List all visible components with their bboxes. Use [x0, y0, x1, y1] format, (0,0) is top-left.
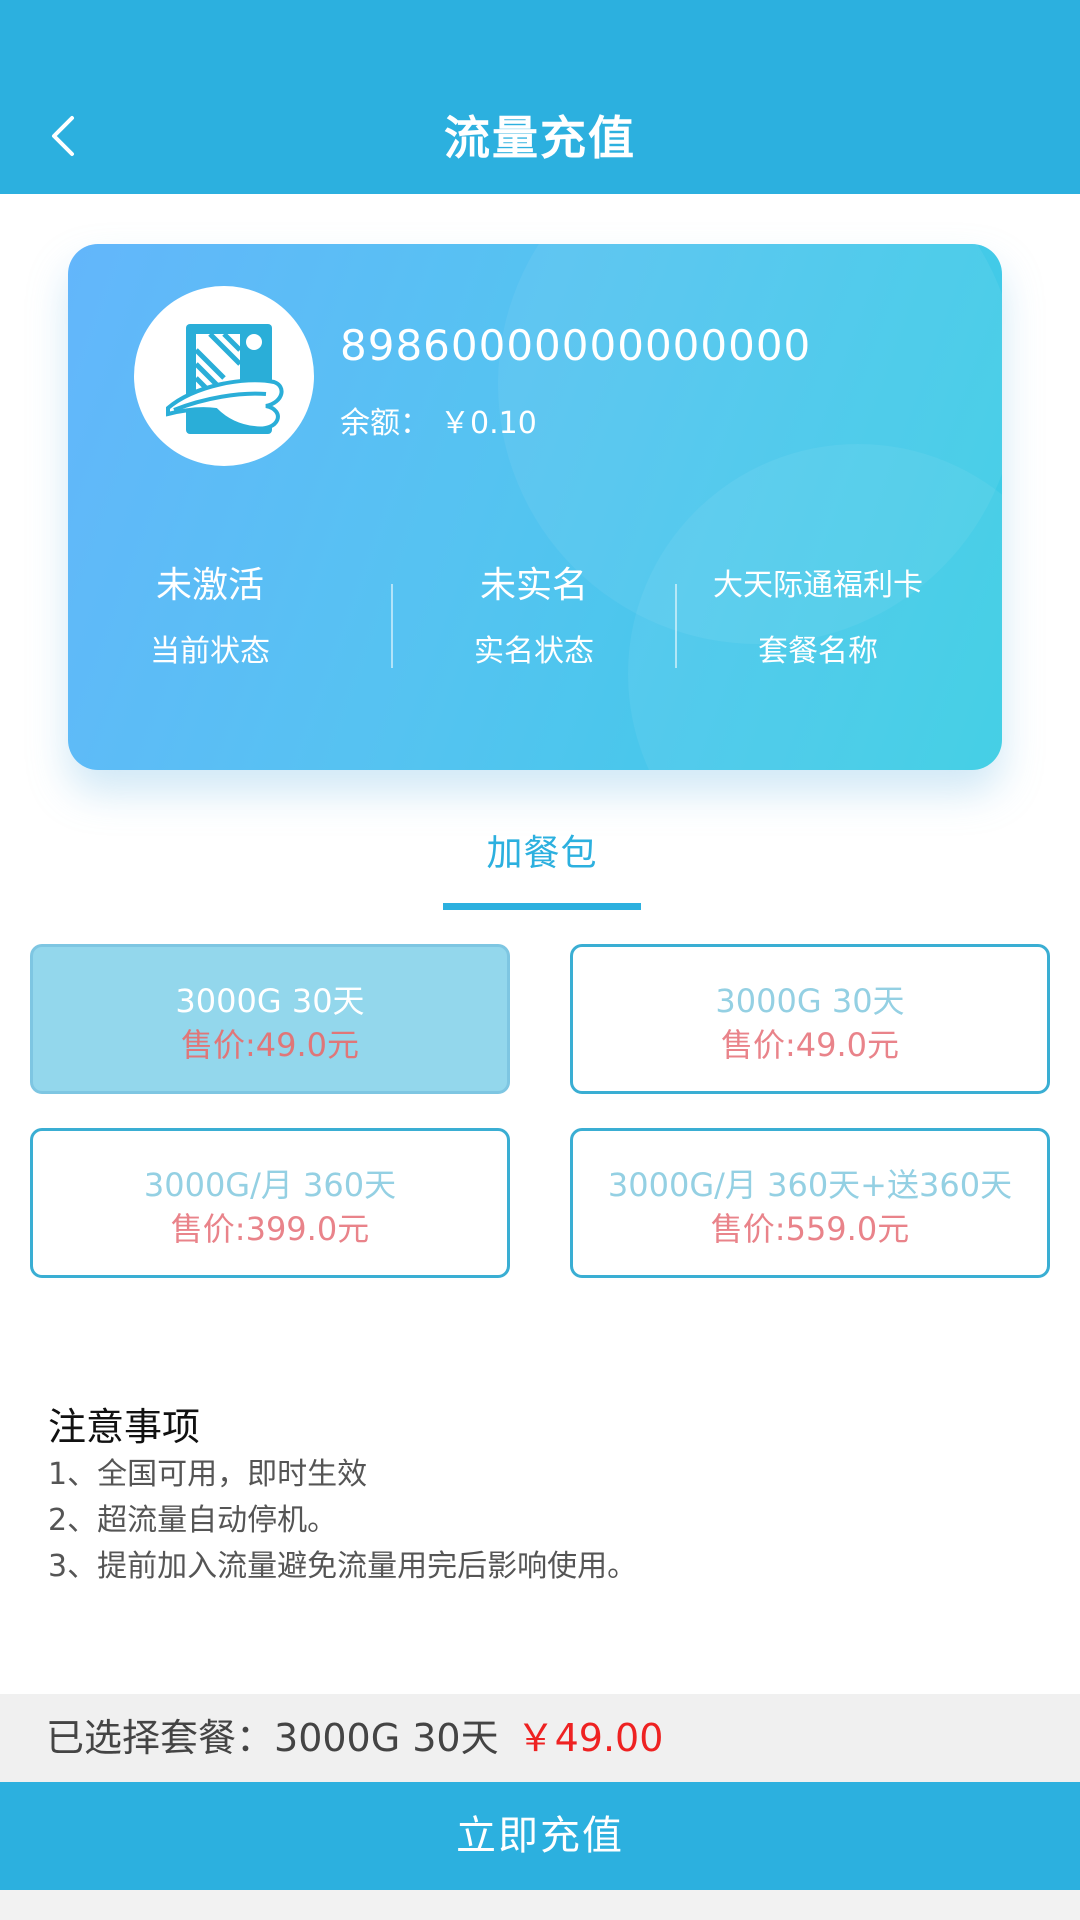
stat-realname-status: 未实名 实名状态 — [392, 562, 676, 672]
package-name: 3000G/月 360天+送360天 — [607, 1166, 1013, 1204]
notes-item: 2、超流量自动停机。 — [48, 1503, 338, 1538]
bottom-strip — [0, 1890, 1080, 1920]
stat-current-status: 未激活 当前状态 — [68, 562, 352, 672]
package-option[interactable]: 3000G 30天 售价:49.0元 — [570, 944, 1050, 1094]
package-name: 3000G/月 360天 — [143, 1166, 397, 1204]
header-bar: 流量充值 — [0, 0, 1080, 194]
avatar — [134, 286, 314, 466]
package-price: 售价:399.0元 — [170, 1210, 370, 1248]
card-number: 89860000000000000 — [340, 321, 812, 370]
summary-package-name: 3000G 30天 — [274, 1716, 499, 1760]
notes-section: 注意事项 1、全国可用，即时生效 2、超流量自动停机。 3、提前加入流量避免流量… — [48, 1402, 1028, 1590]
stat-value: 未实名 — [479, 565, 588, 606]
summary-label: 已选择套餐： — [46, 1716, 275, 1760]
tab-underline — [443, 903, 641, 910]
package-option[interactable]: 3000G/月 360天 售价:399.0元 — [30, 1128, 510, 1278]
selected-package-summary: 已选择套餐：3000G 30天 ￥49.00 — [0, 1694, 1080, 1782]
stat-label: 当前状态 — [150, 634, 270, 669]
stat-value: 未激活 — [155, 565, 264, 606]
package-option[interactable]: 3000G 30天 售价:49.0元 — [30, 944, 510, 1094]
balance-value: ￥0.10 — [440, 406, 537, 441]
stat-label: 实名状态 — [474, 634, 594, 669]
sim-card-info: 89860000000000000 余额： ￥0.10 未激活 当前状态 未实名 … — [68, 244, 1002, 770]
package-option[interactable]: 3000G/月 360天+送360天 售价:559.0元 — [570, 1128, 1050, 1278]
notes-title: 注意事项 — [48, 1405, 201, 1449]
tab-label: 加餐包 — [486, 833, 598, 874]
stat-value: 大天际通福利卡 — [713, 568, 923, 603]
tab-add-on-package[interactable]: 加餐包 — [443, 826, 641, 910]
package-price: 售价:559.0元 — [710, 1210, 910, 1248]
summary-price: ￥49.00 — [516, 1716, 664, 1760]
balance-label: 余额： — [340, 406, 430, 441]
package-price: 售价:49.0元 — [720, 1026, 900, 1064]
balance-row: 余额： ￥0.10 — [340, 404, 547, 444]
notes-item: 1、全国可用，即时生效 — [48, 1457, 368, 1492]
recharge-button[interactable]: 立即充值 — [0, 1782, 1080, 1890]
page-title: 流量充值 — [444, 111, 636, 165]
carrier-logo-icon — [166, 324, 284, 434]
package-name: 3000G 30天 — [175, 982, 365, 1020]
stat-label: 套餐名称 — [758, 634, 878, 669]
notes-item: 3、提前加入流量避免流量用完后影响使用。 — [48, 1549, 638, 1584]
stat-plan-name: 大天际通福利卡 套餐名称 — [676, 562, 960, 672]
package-name: 3000G 30天 — [715, 982, 905, 1020]
package-price: 售价:49.0元 — [180, 1026, 360, 1064]
